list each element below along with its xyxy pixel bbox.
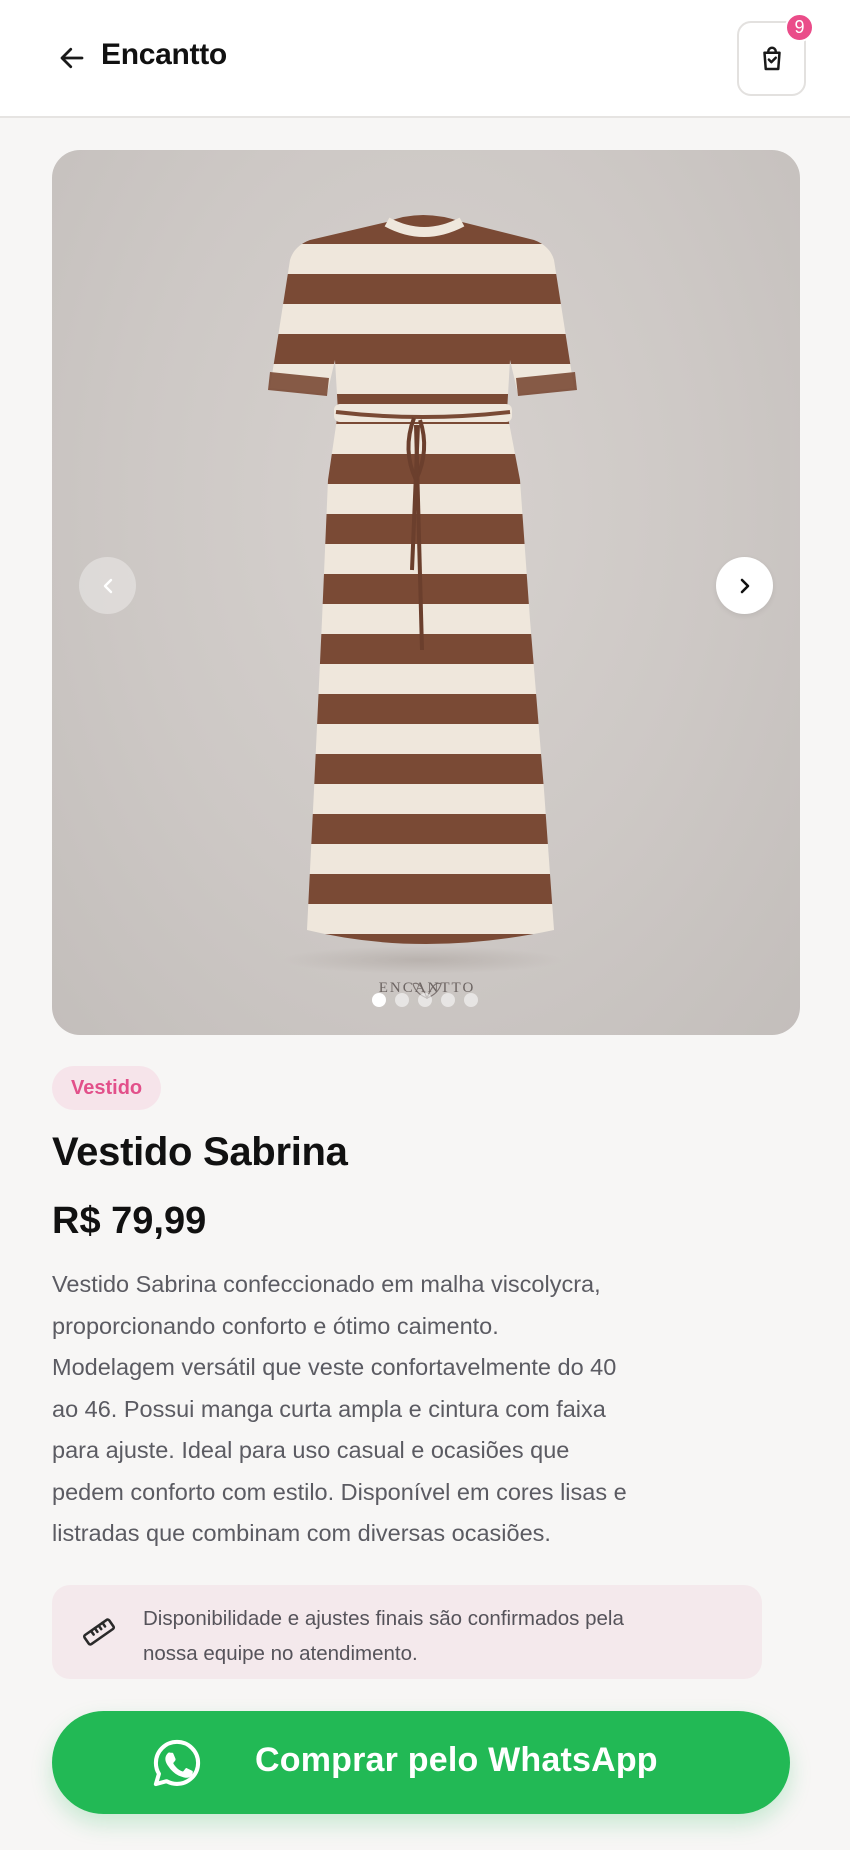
availability-notice: Disponibilidade e ajustes finais são con… bbox=[52, 1585, 762, 1679]
description-line: listradas que combinam com diversas ocas… bbox=[52, 1520, 551, 1546]
next-image-button[interactable] bbox=[716, 557, 773, 614]
notice-line: Disponibilidade e ajustes finais são con… bbox=[143, 1607, 624, 1630]
product-image-carousel[interactable]: ENCANTTO bbox=[52, 150, 800, 1035]
brand-title: Encantto bbox=[101, 38, 227, 71]
buy-whatsapp-label: Comprar pelo WhatsApp bbox=[255, 1741, 658, 1779]
description-line: ao 46. Possui manga curta ampla e cintur… bbox=[52, 1395, 606, 1422]
buy-whatsapp-button[interactable]: Comprar pelo WhatsApp bbox=[52, 1711, 790, 1814]
shopping-bag-icon bbox=[762, 46, 781, 70]
carousel-dot[interactable] bbox=[418, 993, 432, 1007]
whatsapp-icon bbox=[153, 1739, 201, 1787]
description-line: pedem conforto com estilo. Disponível em… bbox=[52, 1478, 627, 1505]
carousel-dot[interactable] bbox=[372, 993, 386, 1007]
description-line: Vestido Sabrina confeccionado em malha v… bbox=[52, 1271, 601, 1297]
description-line: proporcionando conforto e ótimo caimento… bbox=[52, 1312, 499, 1339]
carousel-dot[interactable] bbox=[464, 993, 478, 1007]
carousel-pagination bbox=[372, 993, 478, 1007]
carousel-dot[interactable] bbox=[441, 993, 455, 1007]
carousel-dot[interactable] bbox=[395, 993, 409, 1007]
category-tag: Vestido bbox=[52, 1066, 162, 1110]
ruler-icon bbox=[82, 1618, 116, 1646]
top-app-bar: Encantto 9 bbox=[0, 0, 850, 118]
description-line: Modelagem versátil que veste confortavel… bbox=[52, 1354, 617, 1380]
chevron-left-icon bbox=[103, 578, 112, 593]
notice-text: Disponibilidade e ajustes finais são con… bbox=[143, 1601, 743, 1671]
back-button[interactable] bbox=[50, 36, 94, 80]
notice-line: nossa equipe no atendimento. bbox=[143, 1642, 418, 1665]
chevron-right-icon bbox=[740, 578, 749, 593]
previous-image-button[interactable] bbox=[79, 557, 136, 614]
description-line: para ajuste. Ideal para uso casual e oca… bbox=[52, 1437, 570, 1463]
cart-count-badge: 9 bbox=[785, 13, 814, 42]
arrow-left-icon bbox=[60, 47, 84, 69]
product-photo-striped-dress bbox=[268, 215, 577, 974]
product-title: Vestido Sabrina bbox=[52, 1130, 348, 1174]
product-price: R$ 79,99 bbox=[52, 1200, 207, 1242]
product-description: Vestido Sabrina confeccionado em malha v… bbox=[52, 1264, 702, 1555]
